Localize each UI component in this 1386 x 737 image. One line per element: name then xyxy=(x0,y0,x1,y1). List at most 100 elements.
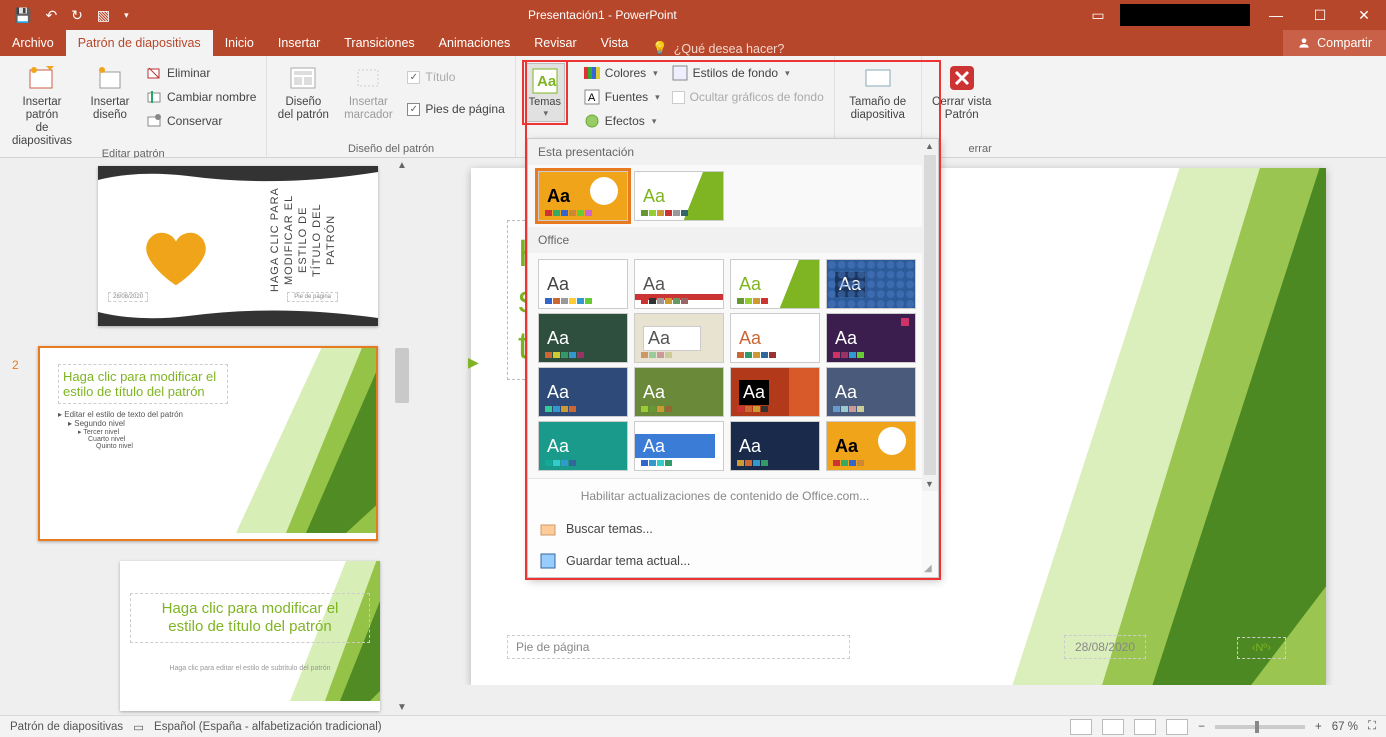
rename-label: Cambiar nombre xyxy=(167,90,256,104)
theme-swatch[interactable]: Aa xyxy=(730,421,820,471)
theme-swatch[interactable]: Aa xyxy=(826,313,916,363)
footer-checkbox[interactable]: ✓Pies de página xyxy=(403,98,508,120)
thumb2-b4: Cuarto nivel xyxy=(88,436,125,443)
tab-slide-master[interactable]: Patrón de diapositivas xyxy=(66,30,213,56)
theme-swatch[interactable]: Aa xyxy=(826,421,916,471)
thumb1-date: 28/08/2020 xyxy=(108,292,148,302)
scroll-thumb[interactable] xyxy=(395,348,409,403)
resize-handle-icon[interactable]: ◢ xyxy=(924,563,936,575)
ribbon-options-icon[interactable]: ▭ xyxy=(1076,7,1120,24)
enable-updates-link[interactable]: Habilitar actualizaciones de contenido d… xyxy=(528,479,922,513)
layout-thumbnail-2[interactable]: Haga clic para modificar el estilo de tí… xyxy=(38,346,378,541)
minimize-icon[interactable]: — xyxy=(1254,7,1298,23)
theme-swatch[interactable]: Aa xyxy=(730,367,820,417)
share-icon xyxy=(1297,36,1311,50)
colors-button[interactable]: Colores▾ xyxy=(580,62,664,84)
insert-layout-button[interactable]: Insertardiseño xyxy=(82,60,138,122)
editor-hscroll[interactable] xyxy=(411,685,1368,703)
view-slideshow-button[interactable] xyxy=(1166,719,1188,735)
theme-swatch[interactable]: Aa xyxy=(634,313,724,363)
tab-view[interactable]: Vista xyxy=(589,30,641,56)
tab-review[interactable]: Revisar xyxy=(522,30,588,56)
date-placeholder[interactable]: 28/08/2020 xyxy=(1064,635,1146,659)
zoom-out-button[interactable]: − xyxy=(1198,721,1205,733)
theme-swatch[interactable]: Aa xyxy=(634,259,724,309)
share-button[interactable]: Compartir xyxy=(1283,30,1386,56)
tab-home[interactable]: Inicio xyxy=(213,30,266,56)
theme-swatch[interactable]: Aa xyxy=(634,367,724,417)
slideshow-icon[interactable]: ▧ xyxy=(97,7,110,24)
browse-themes-button[interactable]: Buscar temas... xyxy=(528,513,922,545)
tell-me[interactable]: 💡 ¿Qué desea hacer? xyxy=(640,41,796,56)
theme-swatch[interactable]: Aa xyxy=(538,259,628,309)
checkbox-icon: ✓ xyxy=(407,103,420,116)
group-edit-master: Insertar patrónde diapositivas Insertard… xyxy=(0,56,267,157)
close-master-button[interactable]: Cerrar vistaPatrón xyxy=(928,60,996,122)
delete-button[interactable]: Eliminar xyxy=(142,62,260,84)
preserve-button[interactable]: Conservar xyxy=(142,110,260,132)
view-reading-button[interactable] xyxy=(1134,719,1156,735)
slidenum-placeholder[interactable]: ‹Nº› xyxy=(1237,637,1286,659)
thumb-scrollbar[interactable]: ▲ ▼ xyxy=(393,158,411,715)
account-area[interactable] xyxy=(1120,4,1250,26)
view-sorter-button[interactable] xyxy=(1102,719,1124,735)
theme-swatch[interactable]: Aa xyxy=(826,259,916,309)
tab-transitions[interactable]: Transiciones xyxy=(332,30,426,56)
thumb3-title: Haga clic para modificar el estilo de tí… xyxy=(130,593,370,643)
undo-icon[interactable]: ↶ xyxy=(45,7,57,24)
tab-file[interactable]: Archivo xyxy=(0,30,66,56)
thumbnail-pane: HAGA CLIC PARA MODIFICAR EL ESTILO DE TÍ… xyxy=(0,158,411,715)
editor-vscroll[interactable] xyxy=(1368,158,1386,685)
theme-swatch[interactable]: Aa xyxy=(538,313,628,363)
checkbox-icon xyxy=(672,91,685,104)
maximize-icon[interactable]: ☐ xyxy=(1298,7,1342,24)
chevron-down-icon: ▾ xyxy=(652,116,657,127)
master-thumbnail-1[interactable]: HAGA CLIC PARA MODIFICAR EL ESTILO DE TÍ… xyxy=(98,166,378,326)
save-icon[interactable]: 💾 xyxy=(14,7,31,24)
theme-swatch[interactable]: Aa xyxy=(634,421,724,471)
slide-size-button[interactable]: Tamaño dediapositiva xyxy=(841,60,915,122)
insert-layout-icon xyxy=(94,62,126,94)
themes-scrollbar[interactable]: ▲ ▼ xyxy=(922,139,938,491)
close-icon[interactable]: ✕ xyxy=(1342,7,1386,24)
theme-swatch[interactable]: Aa xyxy=(730,259,820,309)
tab-insert[interactable]: Insertar xyxy=(266,30,332,56)
scroll-up-icon[interactable]: ▲ xyxy=(925,141,934,151)
zoom-handle[interactable] xyxy=(1255,721,1259,733)
effects-button[interactable]: Efectos▾ xyxy=(580,110,664,132)
group-master-layout: Diseñodel patrón Insertarmarcador ✓Títul… xyxy=(267,56,515,157)
tab-animations[interactable]: Animaciones xyxy=(427,30,523,56)
hide-bg-checkbox: Ocultar gráficos de fondo xyxy=(668,86,828,108)
scroll-thumb[interactable] xyxy=(924,155,936,475)
scroll-down-icon[interactable]: ▼ xyxy=(925,479,934,489)
heart-icon xyxy=(136,224,216,294)
lang-icon[interactable]: ▭ xyxy=(133,720,144,734)
redo-icon[interactable]: ↻ xyxy=(71,7,83,24)
layout-thumbnail-3[interactable]: Haga clic para modificar el estilo de tí… xyxy=(120,561,380,711)
theme-swatch-current-2[interactable]: Aa xyxy=(634,171,724,221)
theme-swatch[interactable]: Aa xyxy=(538,367,628,417)
fonts-label: Fuentes xyxy=(605,90,648,104)
scroll-down-icon[interactable]: ▼ xyxy=(397,702,407,713)
fit-button[interactable]: ⛶ xyxy=(1368,720,1376,733)
fonts-button[interactable]: AFuentes▾ xyxy=(580,86,664,108)
bg-styles-button[interactable]: Estilos de fondo▾ xyxy=(668,62,828,84)
zoom-slider[interactable] xyxy=(1215,725,1305,729)
chevron-down-icon: ▾ xyxy=(544,108,549,119)
save-theme-button[interactable]: Guardar tema actual... xyxy=(528,545,922,577)
zoom-in-button[interactable]: + xyxy=(1315,721,1322,733)
theme-swatch[interactable]: Aa xyxy=(730,313,820,363)
status-lang[interactable]: Español (España - alfabetización tradici… xyxy=(154,721,382,733)
themes-button[interactable]: Aa Temas ▾ xyxy=(525,63,565,122)
view-normal-button[interactable] xyxy=(1070,719,1092,735)
theme-swatch[interactable]: Aa xyxy=(538,421,628,471)
rename-button[interactable]: Cambiar nombre xyxy=(142,86,260,108)
theme-swatch-current-1[interactable]: Aa xyxy=(538,171,628,221)
footer-placeholder[interactable]: Pie de página xyxy=(507,635,850,659)
theme-swatch[interactable]: Aa xyxy=(826,367,916,417)
zoom-level[interactable]: 67 % xyxy=(1332,721,1358,733)
insert-slide-master-button[interactable]: Insertar patrónde diapositivas xyxy=(6,60,78,148)
master-layout-button[interactable]: Diseñodel patrón xyxy=(273,60,333,122)
scroll-up-icon[interactable]: ▲ xyxy=(397,160,407,171)
quick-access-toolbar: 💾 ↶ ↻ ▧ ▾ xyxy=(0,7,129,24)
